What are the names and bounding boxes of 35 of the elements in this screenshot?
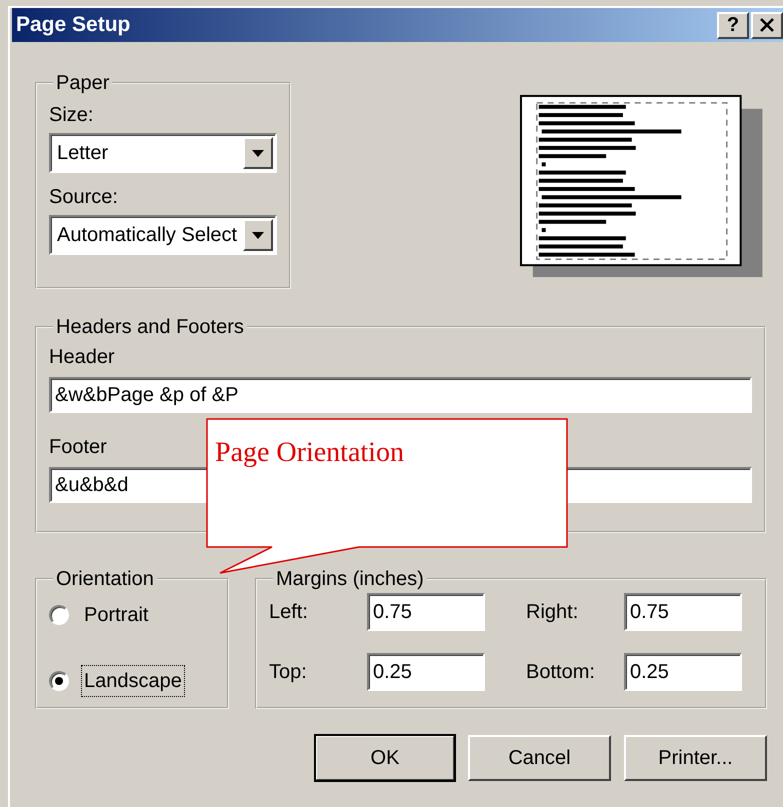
dropdown[interactable]: Letter [49, 133, 277, 173]
caret-icon [252, 232, 264, 238]
radio-button[interactable] [49, 671, 69, 691]
dialog-button[interactable]: Cancel [468, 735, 611, 781]
input-field[interactable]: &w&bPage &p of &P [49, 377, 752, 413]
group-title: Headers and Footers [55, 315, 245, 339]
group-title: Paper [55, 71, 110, 95]
field-label: Top: [269, 660, 308, 685]
close-button[interactable] [751, 12, 783, 38]
caret-icon [252, 150, 264, 156]
input-field[interactable]: 0.75 [624, 593, 742, 631]
dialog-button[interactable]: Printer... [624, 735, 767, 781]
field-label: Footer [49, 435, 107, 459]
dropdown-button[interactable] [242, 137, 273, 169]
field-label: Source: [49, 185, 118, 209]
radio-button[interactable] [49, 605, 69, 625]
field-label: Right: [526, 600, 580, 625]
input-field[interactable]: 0.25 [624, 653, 742, 691]
close-icon [759, 18, 775, 32]
field-label: Size: [49, 103, 94, 127]
group-title: Margins (inches) [275, 567, 425, 591]
field-label: Left: [269, 600, 309, 625]
radio-label[interactable]: Portrait [81, 599, 152, 631]
dropdown[interactable]: Automatically Select [49, 215, 277, 255]
input-field[interactable]: 0.75 [367, 593, 485, 631]
field-label: Bottom: [526, 660, 596, 685]
callout-tooltip-text: Page Orientation [215, 436, 404, 470]
help-button[interactable]: ? [717, 12, 749, 38]
radio-label[interactable]: Landscape [81, 665, 185, 697]
field-label: Header [49, 345, 115, 369]
window-title: Page Setup [16, 12, 130, 38]
dialog-button[interactable]: OK [315, 735, 455, 781]
group-title: Orientation [55, 567, 155, 591]
dropdown-button[interactable] [242, 219, 273, 251]
input-field[interactable]: 0.25 [367, 653, 485, 691]
